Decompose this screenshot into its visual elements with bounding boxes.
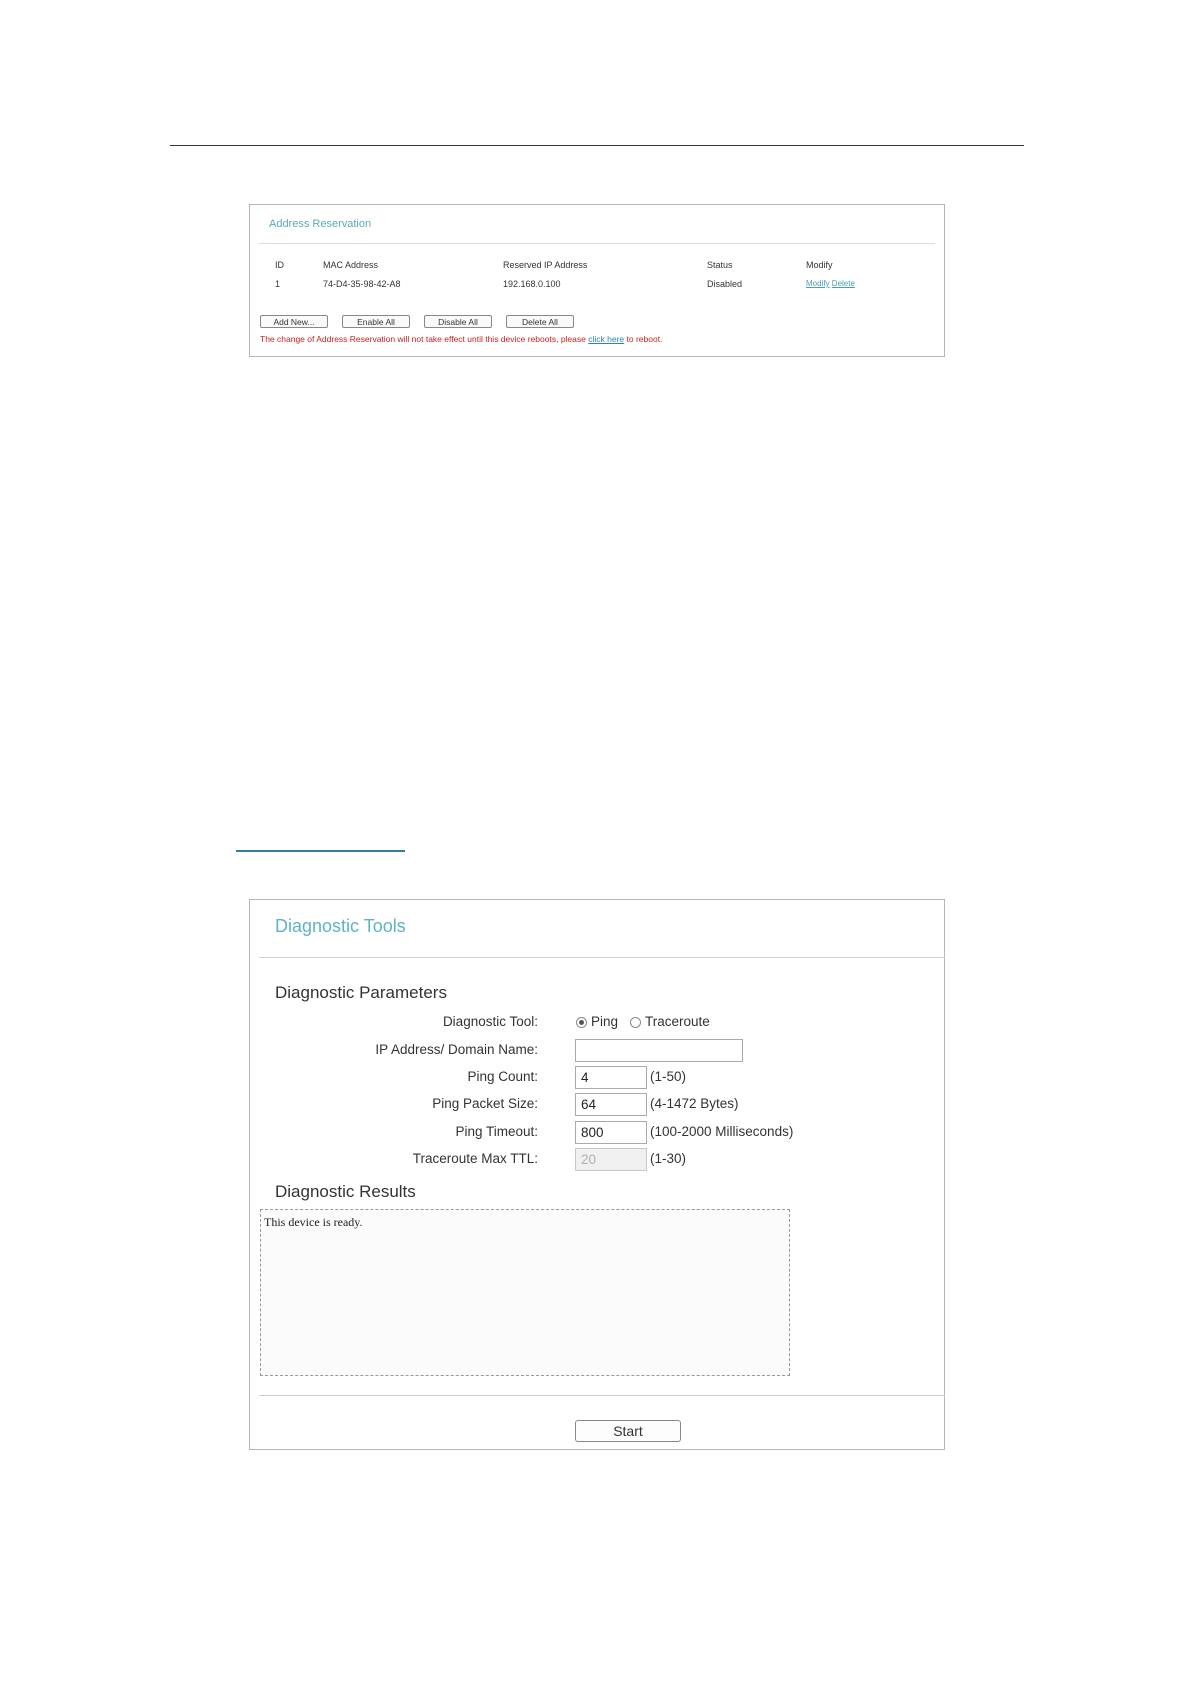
row-id: 1: [275, 279, 281, 289]
ping-count-hint: (1-50): [650, 1069, 687, 1084]
max-ttl-input: [575, 1148, 647, 1171]
parameters-heading: Diagnostic Parameters: [275, 983, 447, 1002]
reboot-notice: The change of Address Reservation will n…: [260, 334, 662, 344]
diagnostic-results-box[interactable]: This device is ready.: [260, 1209, 790, 1376]
results-heading: Diagnostic Results: [275, 1182, 416, 1201]
packet-size-input[interactable]: [575, 1093, 647, 1116]
diagnostic-tools-panel: Diagnostic Tools Diagnostic Parameters D…: [249, 899, 945, 1450]
add-new-button[interactable]: Add New...: [260, 315, 328, 328]
ping-radio[interactable]: [576, 1017, 587, 1028]
column-header-modify: Modify: [806, 260, 833, 270]
delete-all-button[interactable]: Delete All: [506, 315, 574, 328]
column-header-status: Status: [707, 260, 733, 270]
packet-size-label: Ping Packet Size:: [432, 1096, 538, 1111]
divider: [259, 243, 935, 244]
address-reservation-panel: Address Reservation ID MAC Address Reser…: [249, 204, 945, 357]
column-header-mac: MAC Address: [323, 260, 379, 270]
column-header-ip: Reserved IP Address: [503, 260, 588, 270]
row-ip: 192.168.0.100: [503, 279, 561, 289]
ping-count-label: Ping Count:: [467, 1069, 538, 1084]
ping-timeout-label: Ping Timeout:: [455, 1124, 538, 1139]
max-ttl-hint: (1-30): [650, 1151, 687, 1166]
ping-timeout-input[interactable]: [575, 1121, 647, 1144]
start-button[interactable]: Start: [575, 1420, 681, 1442]
ping-radio-label[interactable]: Ping: [591, 1014, 618, 1029]
ping-count-input[interactable]: [575, 1066, 647, 1089]
reboot-link[interactable]: click here: [588, 334, 624, 344]
divider: [259, 957, 945, 958]
traceroute-radio-label[interactable]: Traceroute: [645, 1014, 710, 1029]
ping-timeout-hint: (100-2000 Milliseconds): [650, 1124, 794, 1139]
ip-address-input[interactable]: [575, 1039, 743, 1062]
column-header-id: ID: [275, 260, 284, 270]
row-status: Disabled: [707, 279, 743, 289]
enable-all-button[interactable]: Enable All: [342, 315, 410, 328]
modify-link[interactable]: Modify: [806, 279, 830, 288]
divider: [259, 1395, 945, 1396]
ip-address-label: IP Address/ Domain Name:: [375, 1042, 538, 1057]
max-ttl-label: Traceroute Max TTL:: [412, 1151, 538, 1166]
panel-title: Diagnostic Tools: [275, 916, 406, 936]
reboot-notice-text: The change of Address Reservation will n…: [260, 334, 589, 344]
row-actions: Modify Delete: [806, 279, 855, 288]
traceroute-radio[interactable]: [630, 1017, 641, 1028]
packet-size-hint: (4-1472 Bytes): [650, 1096, 739, 1111]
reboot-notice-suffix: to reboot.: [624, 334, 663, 344]
panel-title: Address Reservation: [269, 218, 372, 230]
delete-link[interactable]: Delete: [832, 279, 855, 288]
page-header-rule: [170, 145, 1024, 146]
diagnostic-tool-label: Diagnostic Tool:: [442, 1014, 538, 1029]
section-underline: [236, 850, 405, 852]
row-mac: 74-D4-35-98-42-A8: [323, 279, 401, 289]
disable-all-button[interactable]: Disable All: [424, 315, 492, 328]
